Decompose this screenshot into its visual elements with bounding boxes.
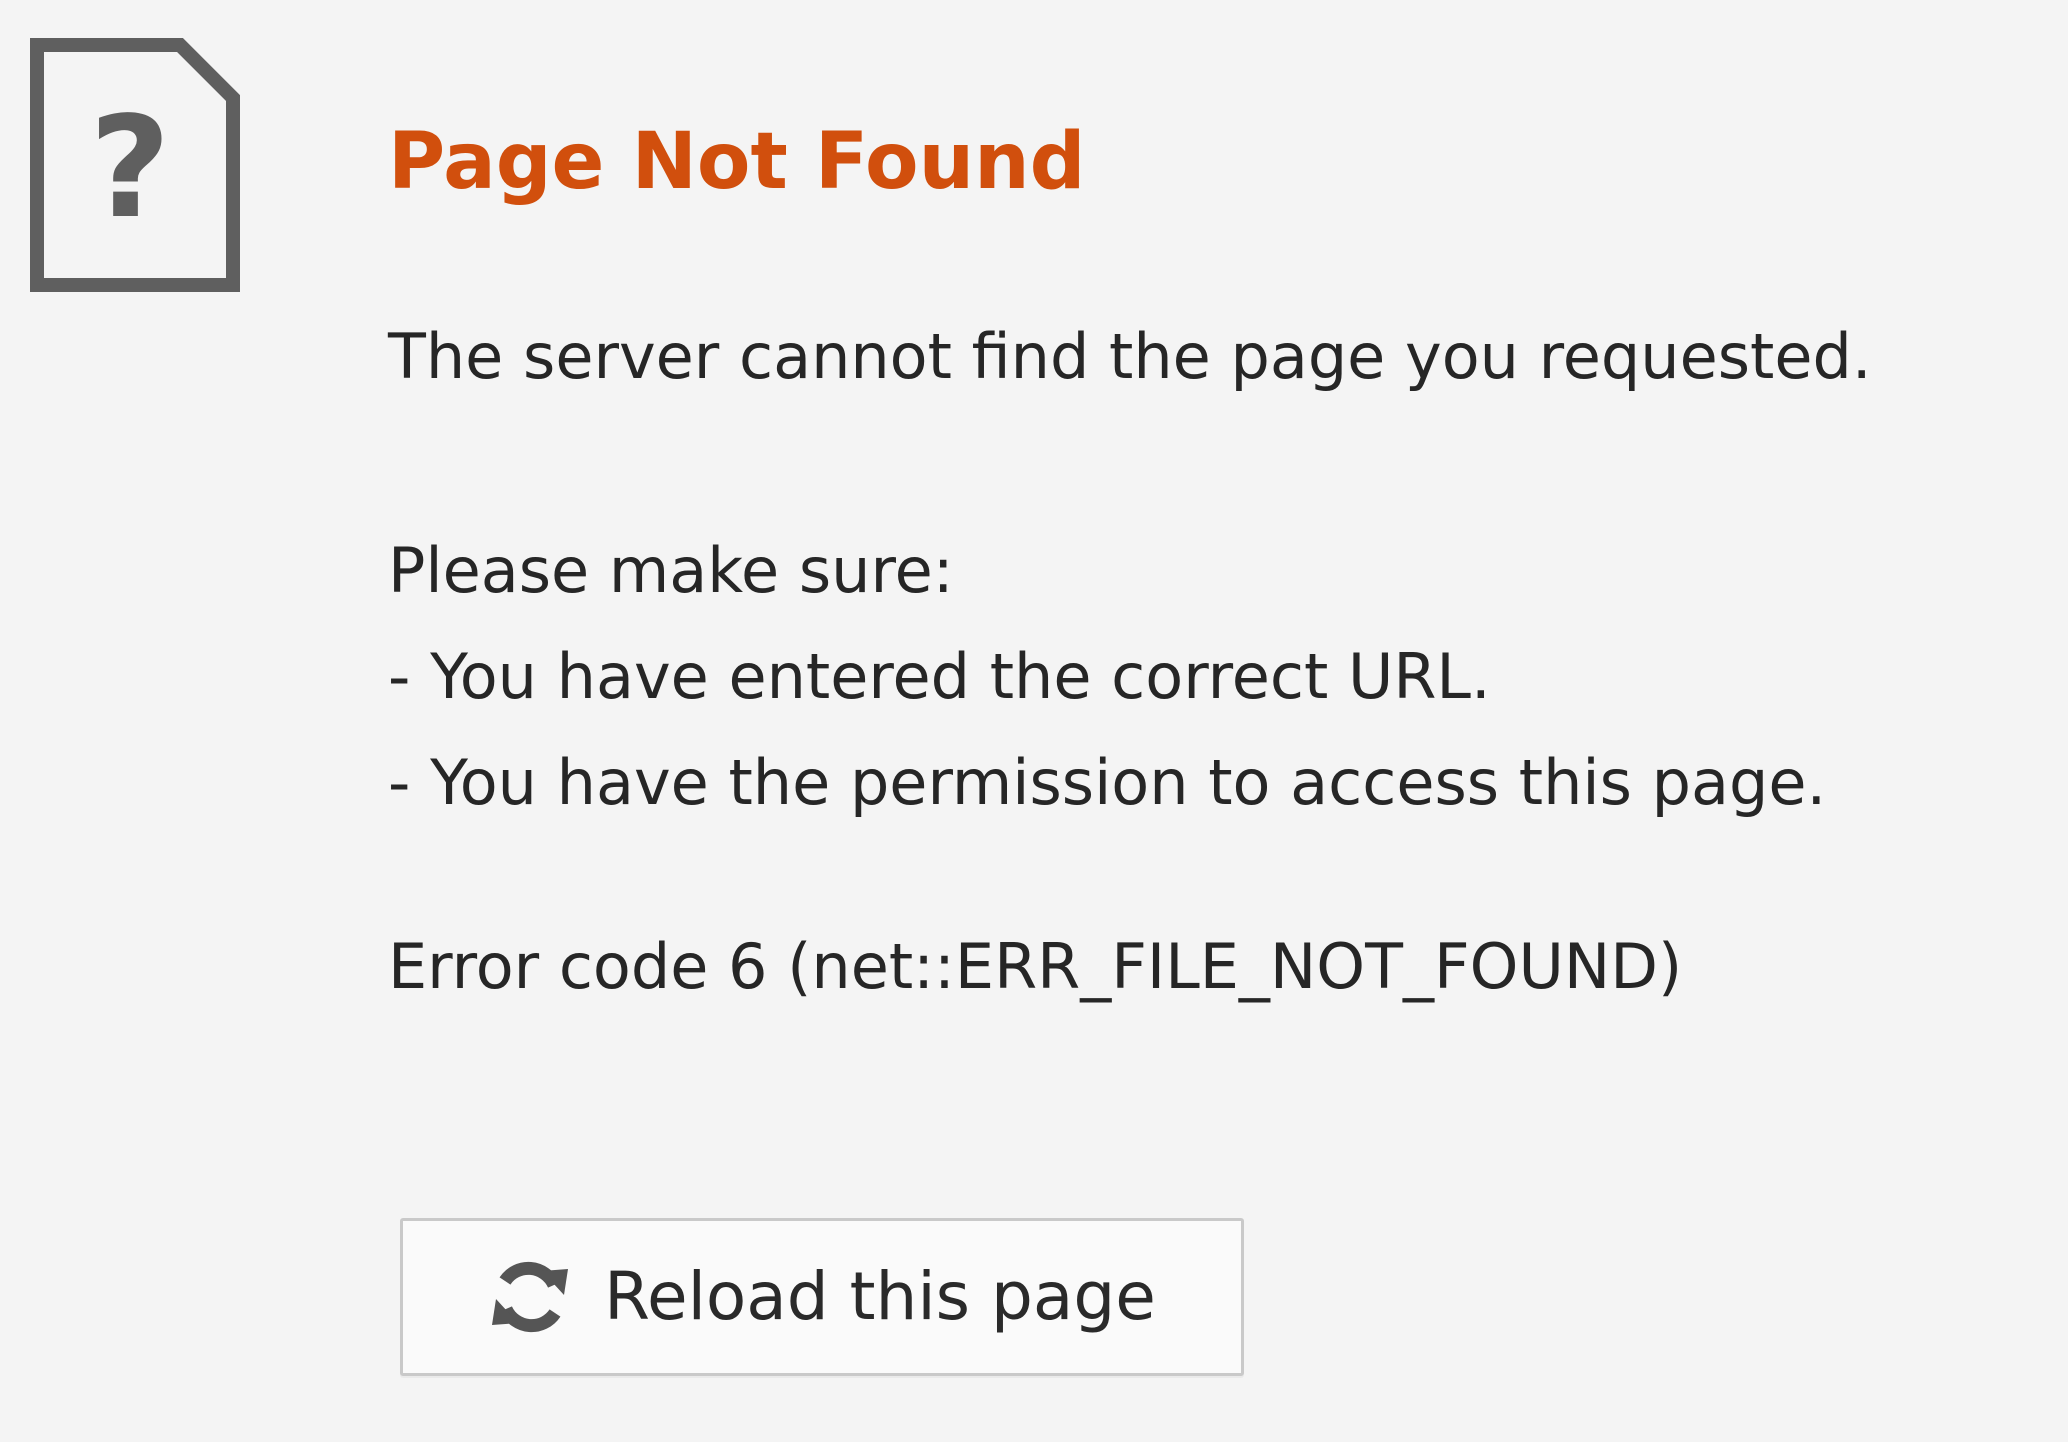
checklist-item-url: - You have entered the correct URL. <box>388 640 1491 713</box>
reload-button-label: Reload this page <box>604 1258 1156 1335</box>
svg-text:?: ? <box>89 87 170 250</box>
checklist-item-permission: - You have the permission to access this… <box>388 746 1827 819</box>
reload-button[interactable]: Reload this page <box>400 1218 1244 1376</box>
checklist-intro: Please make sure: <box>388 534 954 607</box>
error-page: ? Page Not Found The server cannot find … <box>0 0 2068 1442</box>
error-summary: The server cannot find the page you requ… <box>388 320 1872 393</box>
reload-icon <box>488 1255 572 1339</box>
missing-document-icon: ? <box>30 38 240 292</box>
error-code: Error code 6 (net::ERR_FILE_NOT_FOUND) <box>388 930 1683 1003</box>
page-title: Page Not Found <box>388 117 1086 207</box>
